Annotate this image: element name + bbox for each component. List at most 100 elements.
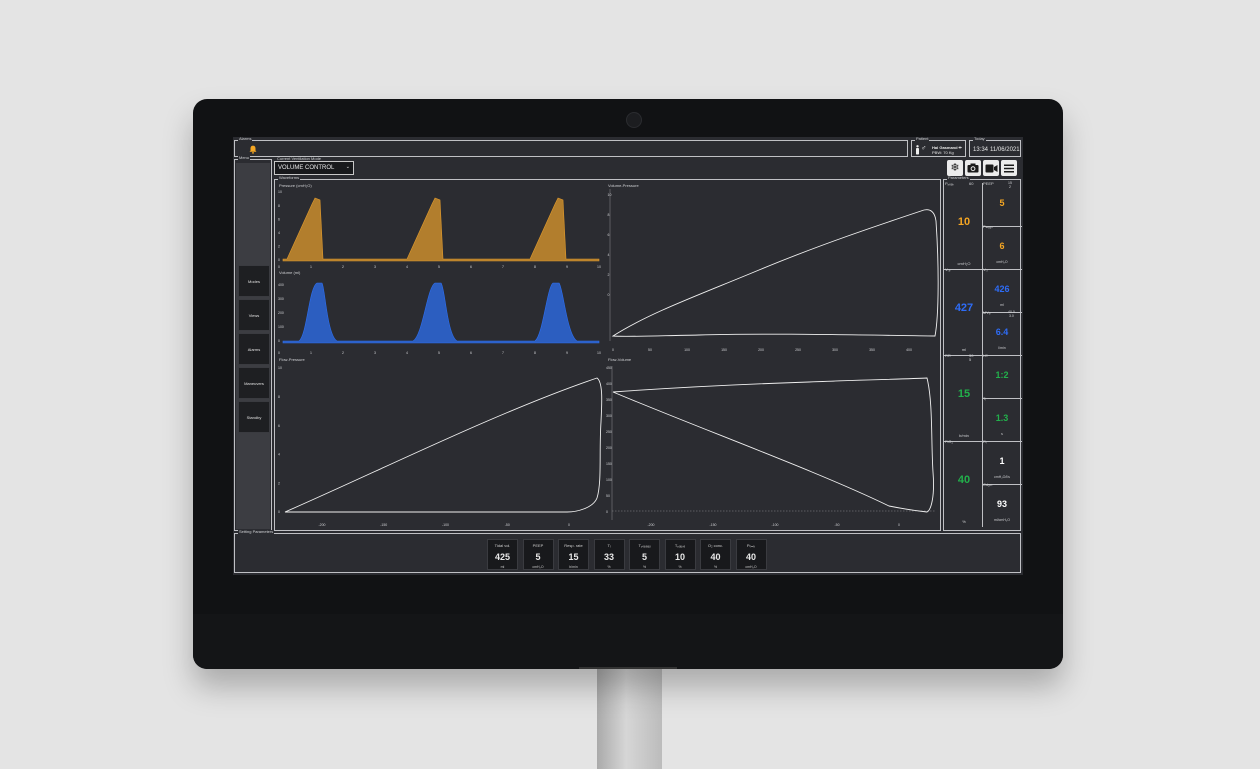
fv-y-tick: 400: [606, 382, 612, 386]
param-limit-low: 3.0: [1009, 314, 1014, 318]
setting-tile[interactable]: Tₚₗₐₜₑₐᵤ 5%: [629, 539, 660, 570]
param-value[interactable]: 93: [983, 499, 1021, 509]
menu-views-button[interactable]: Views: [238, 299, 270, 331]
snowflake-button[interactable]: ❄: [947, 160, 963, 176]
param-value[interactable]: 40: [945, 474, 983, 486]
param-unit: ml: [1000, 303, 1004, 307]
volume-x-tick: 4: [406, 351, 408, 355]
param-unit: s: [1001, 432, 1003, 436]
setting-tile-unit: b/min: [569, 565, 578, 569]
pressure-y-tick: 2: [278, 245, 280, 249]
patient-panel[interactable]: Patient ♂ Hal Gasmand ✏ PBW: 70 Kg: [911, 137, 966, 157]
pressure-y-tick: 4: [278, 231, 280, 235]
fv-x-tick: -200: [647, 523, 654, 527]
pressure-x-tick: 6: [470, 265, 472, 269]
vp-y-tick: 8: [608, 213, 610, 217]
setting-tile[interactable]: Resp. rate 15 b/min: [558, 539, 589, 570]
setting-tile-unit: %: [642, 565, 647, 569]
menu-standby-button[interactable]: Standby: [238, 401, 270, 433]
setting-tile-unit: cmH₂O: [745, 565, 757, 569]
pressure-x-tick: 1: [310, 265, 312, 269]
setting-tile-value: 5: [641, 552, 647, 562]
setting-tile[interactable]: O₂ conc. 40%: [700, 539, 731, 570]
male-gender-icon: ♂: [921, 145, 927, 152]
vp-y-tick: 6: [608, 233, 610, 237]
setting-tile-unit: ml: [500, 565, 505, 569]
setting-parameters-legend: Setting Parameters: [238, 529, 275, 534]
volume-y-tick: 200: [278, 311, 284, 315]
param-label: Vₜᵢ: [983, 267, 988, 272]
fp-y-tick: 10: [278, 366, 282, 370]
setting-tile[interactable]: Pₗᵢₘᵢₜ 40 cmH₂O: [735, 539, 767, 570]
param-value[interactable]: 10: [945, 216, 983, 228]
menu-maneuvers-button[interactable]: Maneuvers: [238, 367, 270, 399]
fp-x-tick: -50: [505, 523, 510, 527]
volume-waveform-chart: 400 300 200 100 0 0 1 2 3 4 5 6 7 8 9 10: [278, 282, 601, 355]
setting-tile[interactable]: Tₚₐᵤₛₑ 10%: [664, 539, 696, 570]
volume-y-tick: 300: [278, 297, 284, 301]
bell-icon[interactable]: [249, 145, 257, 154]
param-value[interactable]: 6: [983, 241, 1021, 251]
patient-legend: Patient: [915, 137, 930, 141]
hamburger-menu-button[interactable]: [1001, 160, 1017, 176]
alarms-legend: Alarms: [238, 137, 253, 141]
fp-y-tick: 6: [278, 424, 280, 428]
volume-x-tick: 9: [566, 351, 568, 355]
vp-x-tick: 250: [795, 348, 801, 352]
menu-legend: Menu: [238, 155, 251, 160]
param-value[interactable]: 1:2: [983, 370, 1021, 380]
volume-x-tick: 8: [534, 351, 536, 355]
param-value[interactable]: 1.3: [983, 413, 1021, 423]
setting-tile[interactable]: Tᵢ 33%: [593, 539, 625, 570]
video-button[interactable]: [983, 160, 999, 176]
param-limit-low: 2: [1009, 185, 1011, 189]
fv-x-tick: -50: [834, 523, 839, 527]
volume-x-tick: 1: [310, 351, 312, 355]
fv-x-tick: -100: [771, 523, 778, 527]
setting-tile-value: 40: [745, 552, 756, 562]
fp-x-tick: -150: [380, 523, 387, 527]
menu-alarms-button[interactable]: Alarms: [238, 333, 270, 365]
param-value[interactable]: 426: [983, 284, 1021, 294]
setting-tile-label: O₂ conc.: [707, 543, 724, 548]
menu-panel: Menu Modes Views Alarms Maneuvers Standb…: [234, 155, 272, 531]
param-value[interactable]: 15: [945, 388, 983, 400]
param-unit: ml: [961, 347, 967, 352]
param-value[interactable]: 427: [945, 302, 983, 314]
snowflake-icon: ❄: [950, 161, 960, 174]
volume-pressure-loop-chart: 10 8 6 4 2 0 0 50 100 150 200 250 300 350 400: [608, 189, 939, 352]
fv-y-tick: 0: [606, 510, 608, 514]
fv-y-tick: 200: [606, 446, 612, 450]
camera-button[interactable]: [965, 160, 981, 176]
setting-tile[interactable]: Tidal vol. 425 ml: [487, 539, 518, 570]
monitor-stand: [597, 668, 662, 769]
param-value[interactable]: 5: [983, 198, 1021, 208]
setting-tile-label: Tₚₐᵤₛₑ: [674, 543, 686, 548]
chevron-down-icon: ⌄: [345, 164, 350, 170]
param-value[interactable]: 6.4: [983, 327, 1021, 337]
setting-tile-unit: %: [607, 565, 611, 569]
param-unit: %: [962, 519, 966, 524]
vp-y-tick: 4: [608, 253, 610, 257]
vp-y-tick: 10: [608, 193, 612, 197]
pressure-y-tick: 0: [278, 258, 280, 262]
webcam: [626, 112, 642, 128]
param-label: Tᵢ: [983, 396, 987, 401]
fv-y-tick: 450: [606, 366, 612, 370]
monitor-chin: [193, 614, 1063, 669]
fv-x-tick: 0: [898, 523, 900, 527]
param-value[interactable]: 1: [983, 456, 1021, 466]
param-unit: l/min: [998, 346, 1006, 350]
volume-x-tick: 3: [374, 351, 376, 355]
menu-modes-button[interactable]: Modes: [238, 265, 270, 297]
vp-x-tick: 200: [758, 348, 764, 352]
setting-tile[interactable]: PEEP 5 cmH₂O: [522, 539, 554, 570]
param-unit: ml/cmH₂O: [994, 518, 1010, 522]
ventilation-mode-select[interactable]: VOLUME CONTROL ⌄: [274, 161, 354, 175]
waveforms-legend: Waveforms: [278, 175, 301, 180]
param-label: MVₑ: [983, 310, 991, 315]
camera-icon: [967, 163, 979, 173]
setting-tile-value: 15: [568, 552, 579, 562]
volume-y-tick: 0: [278, 339, 280, 343]
setting-tile-unit: %: [678, 565, 682, 569]
